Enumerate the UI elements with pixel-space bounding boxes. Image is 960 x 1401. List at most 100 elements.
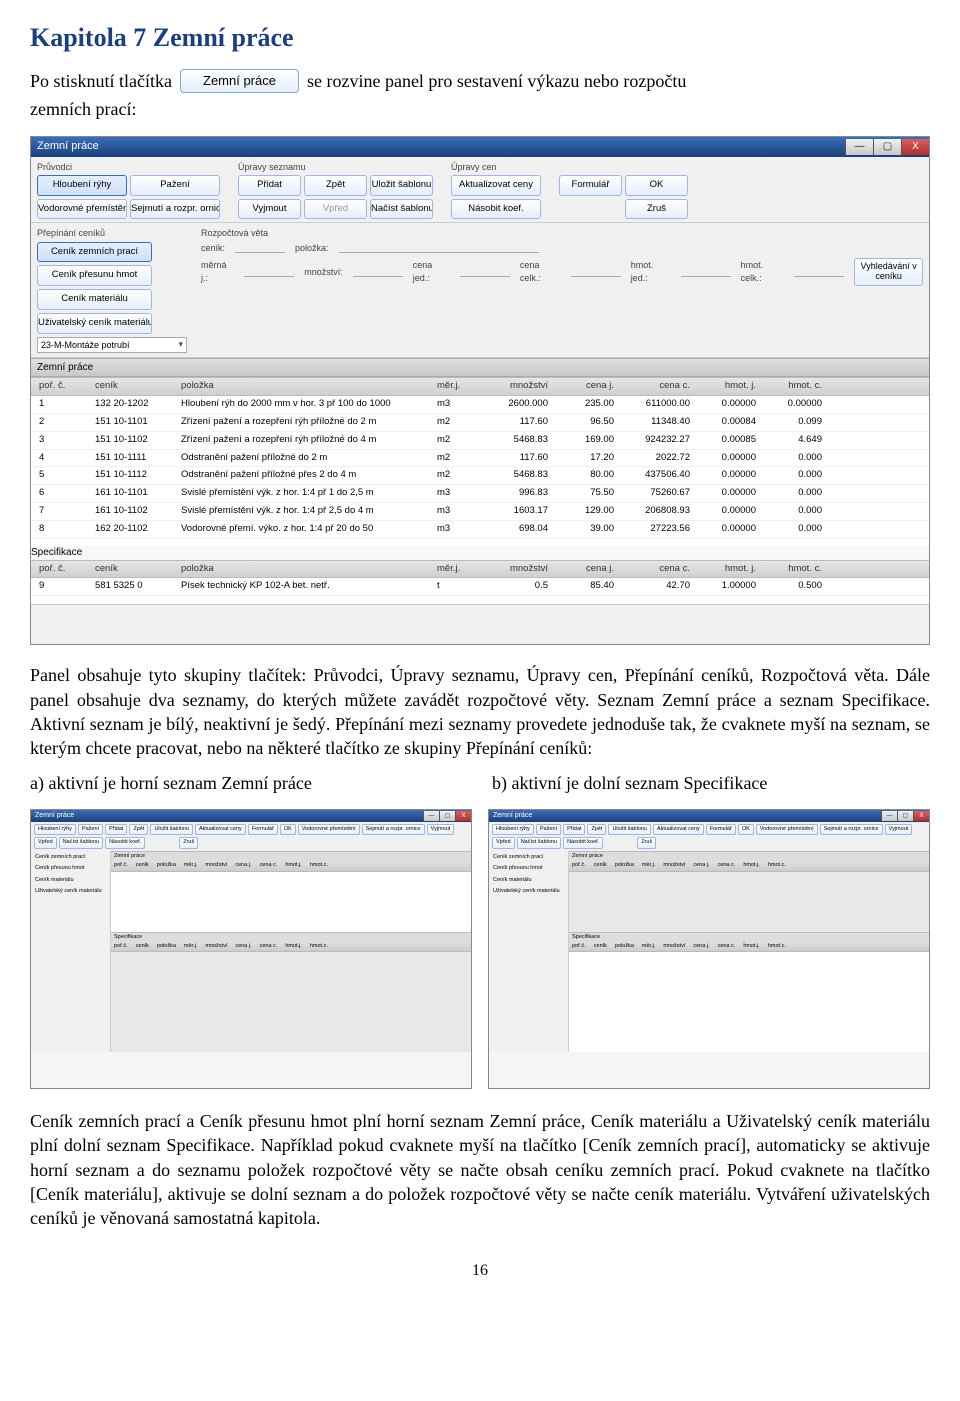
mini-button[interactable]: Zpět [129, 824, 148, 835]
mini-button[interactable]: Formulář [248, 824, 278, 835]
mini-button[interactable]: OK [280, 824, 296, 835]
maximize-icon[interactable]: ▢ [897, 811, 913, 821]
table-row[interactable]: 5151 10-1112Odstranění pažení příložné p… [31, 467, 929, 485]
group-upravy-cen: Úpravy cen Aktualizovat ceny Násobit koe… [451, 161, 541, 223]
pazeni-button[interactable]: Pažení [130, 175, 220, 196]
table-row[interactable]: 2151 10-1101Zřízení pažení a rozepření r… [31, 414, 929, 432]
mini-button[interactable]: Sejmutí a rozpr. ornice [820, 824, 883, 835]
mini-button[interactable]: Aktualizovat ceny [195, 824, 246, 835]
montaze-dropdown[interactable]: 23-M-Montáže potrubí [37, 337, 187, 353]
mini-button[interactable]: Zpět [587, 824, 606, 835]
mini-button[interactable]: Uložit šablonu [150, 824, 193, 835]
uzivatelsky-cenik-button[interactable]: Uživatelský ceník materiálu [37, 313, 152, 334]
hmotjed-field[interactable] [681, 266, 731, 277]
polozka-field[interactable] [339, 242, 539, 253]
mini-button[interactable]: Aktualizovat ceny [653, 824, 704, 835]
formular-button[interactable]: Formulář [559, 175, 622, 196]
minimize-icon[interactable]: — [881, 811, 897, 821]
caption-b: b) aktivní je dolní seznam Specifikace [492, 771, 930, 795]
mini-button[interactable]: Násobit koef. [563, 837, 603, 848]
maximize-icon[interactable]: ▢ [873, 139, 901, 155]
table-row[interactable]: 6161 10-1101Svislé přemístění výk. z hor… [31, 485, 929, 503]
close-icon[interactable]: X [455, 811, 471, 821]
mini-button[interactable]: Pažení [78, 824, 103, 835]
cenik-materialu-button[interactable]: Ceník materiálu [37, 289, 152, 310]
zrus-button[interactable]: Zruš [625, 199, 688, 220]
vodorovne-button[interactable]: Vodorovné přemístění [37, 199, 127, 220]
mini-button[interactable]: Ceník materiálu [33, 876, 108, 885]
mnozstvi-field[interactable] [353, 266, 403, 277]
group-form: Formulář OK Zruš [559, 161, 688, 223]
nacist-sablonu-button[interactable]: Načíst šablonu [370, 199, 433, 220]
vyjmout-button[interactable]: Vyjmout [238, 199, 301, 220]
mini-button[interactable]: Vyjmout [885, 824, 913, 835]
mini-button[interactable]: Ceník přesunu hmot [491, 864, 566, 873]
mini-button[interactable]: Ceník zemních prací [33, 853, 108, 862]
table-row[interactable]: 8162 20-1102Vodorovné přemí. výko. z hor… [31, 521, 929, 539]
nasobit-koef-button[interactable]: Násobit koef. [451, 199, 541, 220]
thumbnail-a: Zemní práce —▢X Hloubení rýhyPaženíPřida… [30, 809, 472, 1089]
cenacelk-field[interactable] [571, 266, 621, 277]
mini-button[interactable]: Ceník materiálu [491, 876, 566, 885]
mini-button[interactable]: Uživatelský ceník materiálu [491, 887, 566, 896]
cenajed-field[interactable] [460, 266, 510, 277]
group-upravy-seznamu: Úpravy seznamu Přidat Zpět Uložit šablon… [238, 161, 433, 223]
mini-button[interactable]: Násobit koef. [105, 837, 145, 848]
page-number: 16 [30, 1260, 930, 1282]
table-row[interactable]: 3151 10-1102Zřízení pažení a rozepření r… [31, 432, 929, 450]
merna-field[interactable] [244, 266, 294, 277]
table-row[interactable]: 7161 10-1102Svislé přemístění výk. z hor… [31, 503, 929, 521]
mini-button[interactable]: Vyjmout [427, 824, 455, 835]
close-icon[interactable]: X [901, 139, 929, 155]
zemni-prace-section-title: Zemní práce [31, 358, 929, 378]
mini-button[interactable]: Uživatelský ceník materiálu [33, 887, 108, 896]
mini-button[interactable]: Vpřed [492, 837, 515, 848]
mini-button[interactable]: Hloubení rýhy [34, 824, 76, 835]
table-row[interactable]: 1132 20-1202Hloubení rýh do 2000 mm v ho… [31, 396, 929, 414]
cenik-label: ceník: [201, 242, 225, 254]
close-icon[interactable]: X [913, 811, 929, 821]
mini-button[interactable]: Sejmutí a rozpr. ornice [362, 824, 425, 835]
paragraph-2: Panel obsahuje tyto skupiny tlačítek: Pr… [30, 663, 930, 760]
minimize-icon[interactable]: — [423, 811, 439, 821]
hloubeni-ryhy-button[interactable]: Hloubení rýhy [37, 175, 127, 196]
maximize-icon[interactable]: ▢ [439, 811, 455, 821]
mini-button[interactable]: Ceník přesunu hmot [33, 864, 108, 873]
mini-button[interactable]: Uložit šablonu [608, 824, 651, 835]
mini-button[interactable]: Přidat [105, 824, 127, 835]
zemni-prace-button[interactable]: Zemní práce [180, 69, 299, 93]
mini-button[interactable]: Zruš [179, 837, 198, 848]
mini-button[interactable]: Přidat [563, 824, 585, 835]
sejmuti-button[interactable]: Sejmutí a rozpr. ornice [130, 199, 220, 220]
mini-button[interactable]: Vpřed [34, 837, 57, 848]
polozka-label: položka: [295, 242, 329, 254]
chapter-title: Kapitola 7 Zemní práce [30, 20, 930, 55]
minimize-icon[interactable]: — [845, 139, 873, 155]
mini-button[interactable]: Ceník zemních prací [491, 853, 566, 862]
zemni-prace-panel: Zemní práce — ▢ X Průvodci Hloubení rýhy… [30, 136, 930, 646]
vpred-button[interactable]: Vpřed [304, 199, 367, 220]
mini-button[interactable]: Načíst šablonu [517, 837, 561, 848]
cenik-field[interactable] [235, 242, 285, 253]
mini-button[interactable]: Pažení [536, 824, 561, 835]
caption-a: a) aktivní je horní seznam Zemní práce [30, 771, 468, 795]
mini-button[interactable]: Zruš [637, 837, 656, 848]
mini-button[interactable]: Načíst šablonu [59, 837, 103, 848]
mini-button[interactable]: Vodorovné přemístění [298, 824, 360, 835]
hmotcelk-field[interactable] [794, 266, 844, 277]
table-row[interactable]: 9581 5325 0Písek technický KP 102-A bet.… [31, 578, 929, 596]
search-cenik-button[interactable]: Vyhledávání v ceníku [854, 258, 923, 286]
aktualizovat-ceny-button[interactable]: Aktualizovat ceny [451, 175, 541, 196]
ok-button[interactable]: OK [625, 175, 688, 196]
cenik-presunu-hmot-button[interactable]: Ceník přesunu hmot [37, 265, 152, 286]
mini-button[interactable]: OK [738, 824, 754, 835]
mini-button[interactable]: Vodorovné přemístění [756, 824, 818, 835]
pridat-button[interactable]: Přidat [238, 175, 301, 196]
zpet-button[interactable]: Zpět [304, 175, 367, 196]
mini-button[interactable]: Hloubení rýhy [492, 824, 534, 835]
cenik-zemnich-praci-button[interactable]: Ceník zemních prací [37, 242, 152, 263]
table-row[interactable]: 4151 10-1111Odstranění pažení příložné d… [31, 450, 929, 468]
mini-button[interactable]: Formulář [706, 824, 736, 835]
intro-text-after: se rozvine panel pro sestavení výkazu ne… [307, 69, 686, 93]
ulozit-sablonu-button[interactable]: Uložit šablonu [370, 175, 433, 196]
